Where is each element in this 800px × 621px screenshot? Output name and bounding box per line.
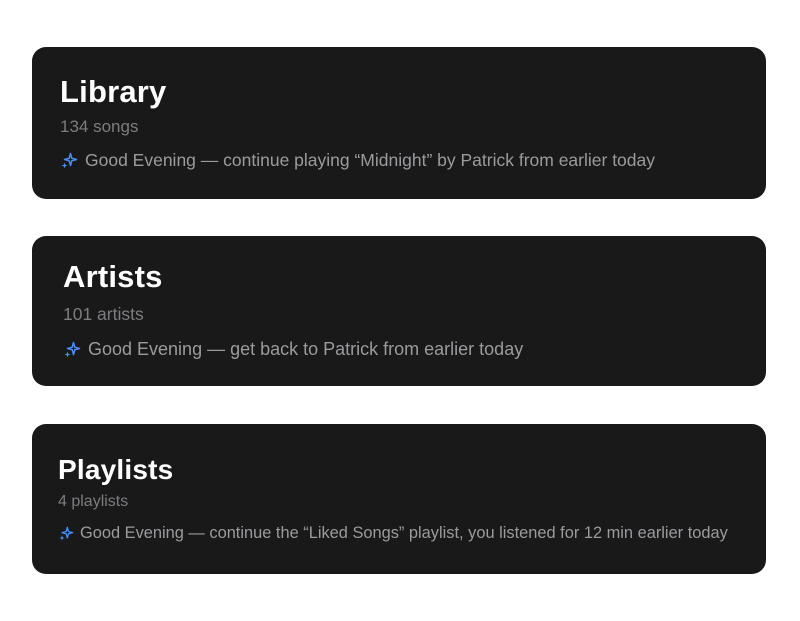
library-suggestion[interactable]: Good Evening — continue playing “Midnigh…	[60, 150, 655, 171]
library-title: Library	[60, 74, 167, 109]
playlists-count: 4 playlists	[58, 493, 129, 510]
library-song-count: 134 songs	[60, 117, 139, 136]
artists-title: Artists	[63, 259, 163, 294]
artists-count: 101 artists	[63, 304, 144, 324]
artists-card[interactable]: Artists 101 artists Good Evening — get b…	[32, 236, 766, 386]
artists-suggestion[interactable]: Good Evening — get back to Patrick from …	[63, 339, 523, 360]
playlists-suggestion[interactable]: Good Evening — continue the “Liked Songs…	[58, 524, 728, 543]
sparkle-icon	[58, 526, 74, 542]
sparkle-icon	[60, 152, 78, 170]
library-card[interactable]: Library 134 songs Good Evening — continu…	[32, 47, 766, 199]
sparkle-icon	[63, 341, 81, 359]
artists-suggestion-text: Good Evening — get back to Patrick from …	[88, 339, 524, 359]
playlists-title: Playlists	[58, 454, 174, 485]
library-suggestion-text: Good Evening — continue playing “Midnigh…	[85, 150, 655, 170]
playlists-card[interactable]: Playlists 4 playlists Good Evening — con…	[32, 424, 766, 574]
playlists-suggestion-text: Good Evening — continue the “Liked Songs…	[80, 524, 728, 542]
